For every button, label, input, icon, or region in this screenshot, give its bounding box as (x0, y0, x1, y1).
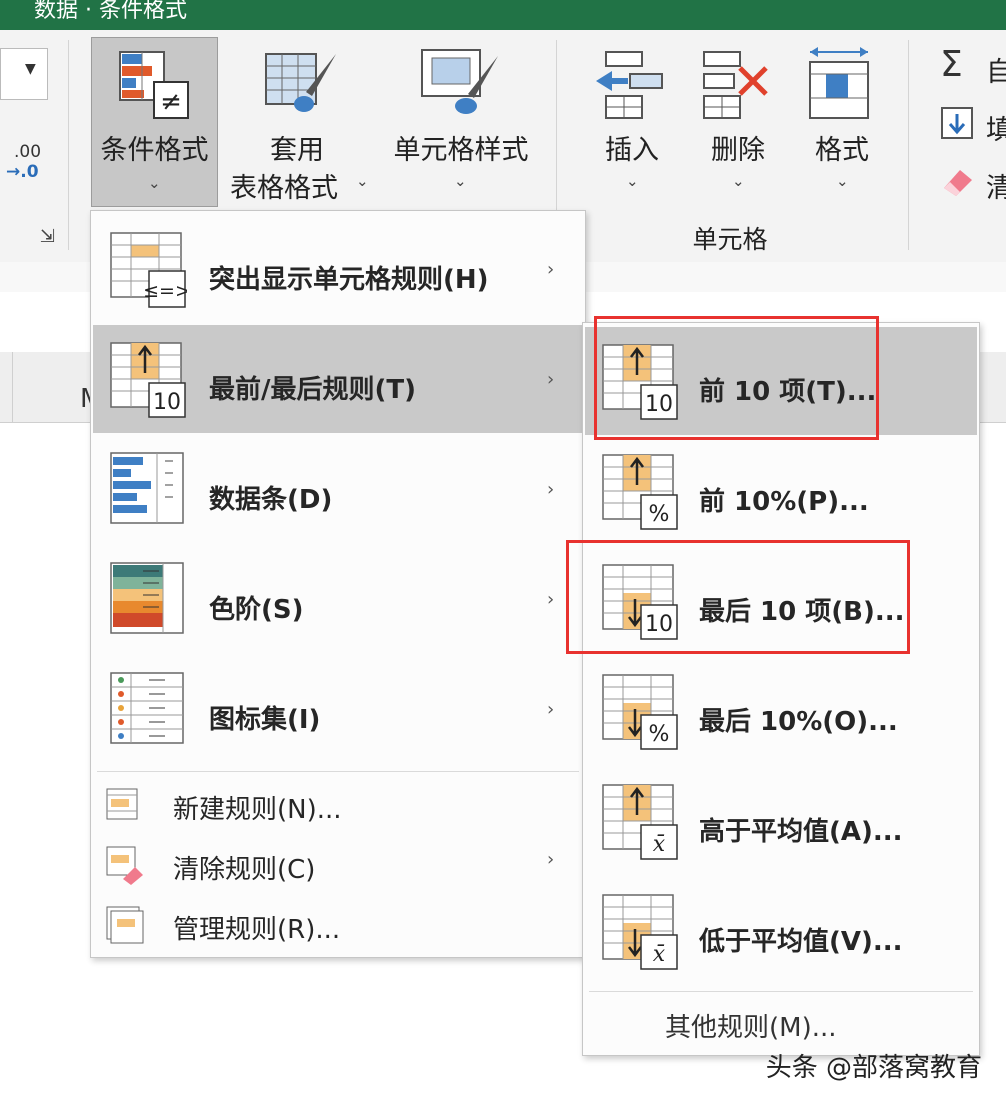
delete-cells-icon (703, 51, 768, 119)
clear-rules-icon (106, 846, 143, 885)
insert-label: 插入 (605, 135, 659, 166)
percent-glyph: % (649, 502, 670, 527)
chevron-down-icon: ⌄ (626, 172, 639, 190)
menu-item-label: 突出显示单元格规则(H) (209, 265, 489, 295)
format-label: 格式 (815, 135, 869, 166)
submenu-item-above-average[interactable]: x̄ 高于平均值(A)... (585, 767, 977, 875)
annotation-box-bottom-10 (566, 540, 910, 654)
submenu-arrow-icon: › (547, 369, 555, 390)
menu-item-label: 新建规则(N)... (173, 795, 342, 825)
top-bottom-rules-icon: 10 (110, 342, 186, 418)
title-bar: 数据 · 条件格式 (0, 0, 1006, 30)
autosum-button[interactable]: Σ 自 (938, 44, 1006, 90)
manage-rules-icon (106, 906, 144, 944)
submenu-item-top-10-percent[interactable]: % 前 10%(P)... (585, 437, 977, 545)
format-cells-icon (809, 47, 869, 119)
submenu-item-label: 最后 10%(O)... (699, 707, 898, 737)
chevron-down-icon: ⌄ (454, 172, 467, 190)
increase-decimal-button[interactable]: .00 (14, 142, 41, 162)
menu-item-label: 管理规则(R)... (173, 915, 341, 945)
menu-item-highlight-cells-rules[interactable]: ≤=> 突出显示单元格规则(H) › (93, 215, 583, 323)
conditional-formatting-icon: ≠ (119, 51, 189, 119)
dialog-launcher-icon[interactable]: ⇲ (40, 226, 55, 247)
data-bars-icon (110, 452, 184, 524)
submenu-item-label: 低于平均值(V)... (699, 927, 903, 957)
bottom-10-percent-icon: % (602, 674, 678, 750)
submenu-item-label: 其他规则(M)... (665, 1013, 837, 1043)
conditional-formatting-menu: ≤=> 突出显示单元格规则(H) › 10 最前/最后规则(T) › 数据条(D… (90, 210, 586, 958)
submenu-item-label: 高于平均值(A)... (699, 817, 903, 847)
chevron-down-icon: ▼ (25, 61, 36, 77)
menu-item-label: 色阶(S) (209, 595, 304, 625)
ten-glyph: 10 (153, 390, 181, 415)
clear-label: 清 (986, 173, 1006, 204)
menu-item-label: 图标集(I) (209, 705, 321, 735)
submenu-arrow-icon: › (547, 259, 555, 280)
conditional-formatting-label: 条件格式 (100, 135, 209, 166)
submenu-arrow-icon: › (547, 479, 555, 500)
format-as-table-button[interactable]: 套用 表格格式 ⌄ (222, 44, 372, 224)
format-as-table-icon (265, 53, 336, 112)
menu-item-top-bottom-rules[interactable]: 10 最前/最后规则(T) › (93, 325, 583, 433)
top-10-percent-icon: % (602, 454, 678, 530)
highlight-cells-rules-icon: ≤=> (110, 232, 187, 308)
fill-label: 填 (986, 115, 1006, 146)
insert-cells-button[interactable]: 插入 ⌄ (584, 44, 680, 214)
chevron-down-icon: ⌄ (356, 172, 369, 190)
color-scales-icon (110, 562, 184, 634)
menu-item-icon-sets[interactable]: 图标集(I) › (93, 655, 583, 763)
eraser-icon (944, 170, 972, 196)
not-equal-glyph: ≠ (160, 87, 182, 117)
insert-cells-icon (596, 51, 663, 119)
menu-item-data-bars[interactable]: 数据条(D) › (93, 435, 583, 543)
submenu-arrow-icon: › (547, 589, 555, 610)
menu-item-new-rule[interactable]: 新建规则(N)... (93, 777, 583, 835)
submenu-item-label: 前 10%(P)... (699, 487, 869, 517)
cell-styles-label: 单元格样式 (393, 135, 529, 166)
menu-item-label: 数据条(D) (209, 485, 333, 515)
xbar-glyph: x̄ (653, 942, 666, 967)
window-title: 数据 · 条件格式 (34, 0, 187, 23)
chevron-down-icon: ⌄ (836, 172, 849, 190)
cell-styles-button[interactable]: 单元格样式 ⌄ (378, 44, 544, 224)
number-format-box[interactable]: ▼ (0, 48, 48, 100)
decrease-decimal-button[interactable]: →.0 (6, 162, 39, 182)
menu-item-manage-rules[interactable]: 管理规则(R)... (93, 897, 583, 955)
format-as-table-label-2: 表格格式 (230, 173, 338, 204)
delete-cells-button[interactable]: 删除 ⌄ (690, 44, 786, 214)
format-as-table-label-1: 套用 (270, 135, 324, 166)
fill-button[interactable]: 填 (938, 102, 1006, 148)
new-rule-icon (106, 788, 138, 820)
cell-styles-icon (421, 49, 498, 114)
conditional-formatting-button[interactable]: ≠ 条件格式 ⌄ (91, 37, 218, 207)
menu-item-clear-rules[interactable]: 清除规则(C) › (93, 837, 583, 895)
cells-group-label: 单元格 (692, 225, 768, 254)
fill-down-icon (941, 107, 973, 139)
delete-label: 删除 (711, 135, 765, 166)
submenu-item-bottom-10-percent[interactable]: % 最后 10%(O)... (585, 657, 977, 765)
format-cells-button[interactable]: 格式 ⌄ (794, 44, 890, 214)
compare-glyph: ≤=> (143, 280, 187, 302)
submenu-arrow-icon: › (547, 699, 555, 720)
autosum-label: 自 (986, 57, 1006, 88)
xbar-glyph: x̄ (653, 832, 666, 857)
menu-item-label: 清除规则(C) (173, 855, 316, 885)
icon-sets-icon (110, 672, 184, 744)
sigma-icon: Σ (940, 44, 963, 85)
menu-item-label: 最前/最后规则(T) (209, 375, 416, 405)
submenu-item-below-average[interactable]: x̄ 低于平均值(V)... (585, 877, 977, 985)
clear-button[interactable]: 清 (938, 160, 1006, 206)
annotation-box-top-10 (594, 316, 879, 440)
chevron-down-icon: ⌄ (148, 174, 161, 192)
below-average-icon: x̄ (602, 894, 678, 970)
submenu-item-more-rules[interactable]: 其他规则(M)... (585, 995, 977, 1051)
submenu-arrow-icon: › (547, 849, 555, 870)
chevron-down-icon: ⌄ (732, 172, 745, 190)
above-average-icon: x̄ (602, 784, 678, 860)
watermark: 头条 @部落窝教育 (765, 1053, 982, 1083)
percent-glyph: % (649, 722, 670, 747)
menu-item-color-scales[interactable]: 色阶(S) › (93, 545, 583, 653)
